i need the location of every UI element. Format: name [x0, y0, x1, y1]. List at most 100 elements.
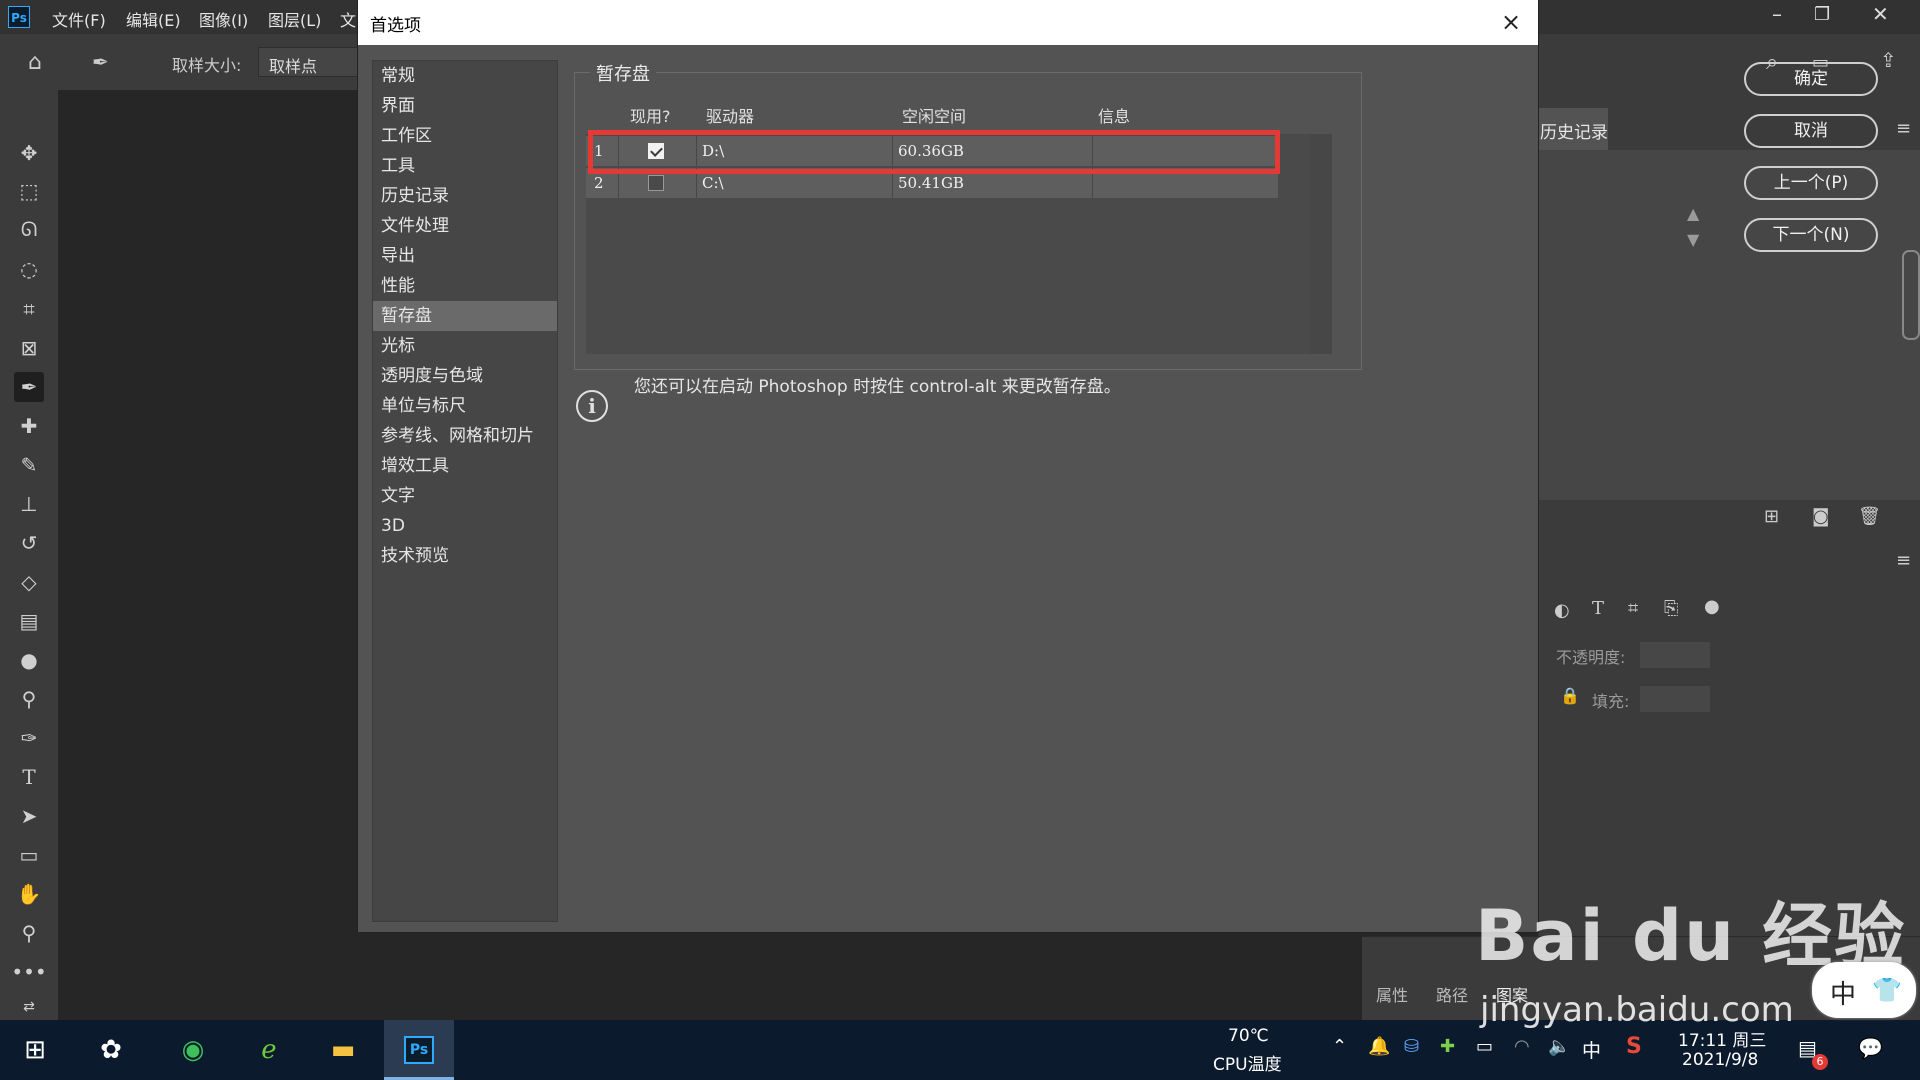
nav-transparency[interactable]: 透明度与色域: [373, 361, 557, 391]
trash-icon[interactable]: 🗑: [1858, 506, 1881, 527]
nav-history[interactable]: 历史记录: [373, 181, 557, 211]
menu-edit[interactable]: 编辑(E): [126, 7, 181, 31]
shirt-icon[interactable]: 👕: [1872, 976, 1902, 1004]
panel-menu-icon[interactable]: ≡: [1896, 118, 1911, 139]
move-tool-icon[interactable]: ✥: [14, 138, 44, 168]
menu-file[interactable]: 文件(F): [52, 7, 106, 31]
nav-export[interactable]: 导出: [373, 241, 557, 271]
fan-app-icon[interactable]: ✿: [86, 1026, 136, 1074]
move-down-icon[interactable]: ▼: [1687, 230, 1699, 249]
nav-workspace[interactable]: 工作区: [373, 121, 557, 151]
cancel-button[interactable]: 取消: [1744, 114, 1878, 148]
nav-tech-preview[interactable]: 技术预览: [373, 541, 557, 571]
lasso-tool-icon[interactable]: ᘏ: [14, 214, 44, 244]
camera-icon[interactable]: ◙: [1812, 506, 1829, 527]
col-free-space: 空闲空间: [902, 107, 967, 126]
browser-icon[interactable]: ℯ: [244, 1026, 294, 1074]
quick-select-icon[interactable]: ◌: [14, 254, 44, 284]
nav-interface[interactable]: 界面: [373, 91, 557, 121]
zoom-tool-icon[interactable]: ⚲: [14, 918, 44, 948]
nav-scratch-disks[interactable]: 暂存盘: [373, 301, 557, 331]
next-button[interactable]: 下一个(N): [1744, 218, 1878, 252]
filter-toggle-icon[interactable]: ●: [1704, 596, 1720, 617]
eyedropper-tool-icon[interactable]: ✒: [14, 372, 44, 402]
history-tab[interactable]: 历史记录: [1538, 118, 1608, 143]
more-tools-icon[interactable]: •••: [11, 957, 46, 987]
network-drive-icon[interactable]: ⛁: [1404, 1036, 1419, 1057]
tab-paths[interactable]: 路径: [1436, 982, 1468, 1006]
type-filter-icon[interactable]: T: [1592, 598, 1604, 619]
nav-type[interactable]: 文字: [373, 481, 557, 511]
file-explorer-icon[interactable]: ▬: [318, 1026, 368, 1074]
tab-properties[interactable]: 属性: [1376, 982, 1408, 1006]
eyedropper-icon[interactable]: ✒: [92, 50, 109, 74]
active-checkbox[interactable]: [648, 175, 664, 191]
security-icon[interactable]: ✚: [1440, 1036, 1455, 1057]
ok-button[interactable]: 确定: [1744, 62, 1878, 96]
pen-tool-icon[interactable]: ✑: [14, 723, 44, 753]
blur-tool-icon[interactable]: ●: [14, 645, 44, 675]
sample-size-select[interactable]: 取样点: [258, 47, 358, 77]
nav-file-handling[interactable]: 文件处理: [373, 211, 557, 241]
path-select-icon[interactable]: ➤: [14, 801, 44, 831]
eraser-tool-icon[interactable]: ◇: [14, 567, 44, 597]
layers-menu-icon[interactable]: ≡: [1896, 550, 1911, 571]
restore-icon[interactable]: ❐: [1814, 4, 1830, 25]
rectangle-tool-icon[interactable]: ▭: [14, 840, 44, 870]
crop-tool-icon[interactable]: ⌗: [14, 294, 44, 324]
dodge-tool-icon[interactable]: ⚲: [14, 684, 44, 714]
menu-layer[interactable]: 图层(L): [268, 7, 321, 31]
cpu-temp: 70℃: [1228, 1026, 1269, 1046]
nav-cursors[interactable]: 光标: [373, 331, 557, 361]
gradient-tool-icon[interactable]: ▤: [14, 606, 44, 636]
opacity-input[interactable]: [1640, 642, 1710, 668]
type-tool-icon[interactable]: T: [14, 762, 44, 792]
wifi-icon[interactable]: ◠: [1514, 1036, 1530, 1057]
minimize-icon[interactable]: –: [1772, 2, 1782, 26]
hand-tool-icon[interactable]: ✋: [14, 879, 44, 909]
shape-filter-icon[interactable]: ⌗: [1628, 598, 1638, 619]
close-app-icon[interactable]: ✕: [1872, 2, 1889, 26]
healing-tool-icon[interactable]: ✚: [14, 411, 44, 441]
dialog-close-icon[interactable]: ×: [1494, 6, 1528, 38]
scroll-indicator[interactable]: [1902, 250, 1920, 340]
nav-performance[interactable]: 性能: [373, 271, 557, 301]
volume-icon[interactable]: 🔈: [1548, 1036, 1570, 1057]
preferences-nav: 常规 界面 工作区 工具 历史记录 文件处理 导出 性能 暂存盘 光标 透明度与…: [372, 60, 558, 922]
share-icon[interactable]: ⇪: [1880, 48, 1897, 72]
bell-icon[interactable]: 🔔: [1368, 1036, 1390, 1057]
nav-plugins[interactable]: 增效工具: [373, 451, 557, 481]
swap-colors-icon[interactable]: ⇄: [14, 992, 44, 1022]
table-scrollbar[interactable]: [1310, 134, 1332, 354]
marquee-tool-icon[interactable]: ⬚: [14, 176, 44, 206]
nav-general[interactable]: 常规: [373, 61, 557, 91]
menu-text[interactable]: 文: [340, 7, 356, 31]
prev-button[interactable]: 上一个(P): [1744, 166, 1878, 200]
nav-units-rulers[interactable]: 单位与标尺: [373, 391, 557, 421]
brush-tool-icon[interactable]: ✎: [14, 450, 44, 480]
history-brush-icon[interactable]: ↺: [14, 528, 44, 558]
action-center-icon[interactable]: 💬: [1858, 1036, 1883, 1060]
fill-input[interactable]: [1640, 686, 1710, 712]
smart-filter-icon[interactable]: ⎘: [1664, 598, 1678, 619]
adjust-filter-icon[interactable]: ◐: [1554, 600, 1570, 621]
cpu-temp-label: CPU温度: [1213, 1055, 1282, 1075]
fill-label: 填充:: [1592, 692, 1630, 711]
nav-3d[interactable]: 3D: [373, 511, 557, 541]
move-up-icon[interactable]: ▲: [1687, 204, 1699, 223]
sogou-icon[interactable]: S: [1626, 1034, 1642, 1059]
nav-guides-grid[interactable]: 参考线、网格和切片: [373, 421, 557, 451]
home-icon[interactable]: ⌂: [28, 50, 42, 75]
nav-tools[interactable]: 工具: [373, 151, 557, 181]
battery-icon[interactable]: ▭: [1476, 1036, 1493, 1057]
new-snapshot-icon[interactable]: ⊞: [1764, 506, 1779, 527]
windows-start-icon[interactable]: ⊞: [10, 1026, 60, 1074]
frame-tool-icon[interactable]: ⊠: [14, 333, 44, 363]
tray-up-icon[interactable]: ⌃: [1332, 1036, 1347, 1057]
menu-image[interactable]: 图像(I): [199, 7, 248, 31]
lock-icon[interactable]: 🔒: [1560, 686, 1580, 705]
stamp-tool-icon[interactable]: ⊥: [14, 489, 44, 519]
ime-indicator[interactable]: 中: [1582, 1036, 1601, 1063]
photoshop-taskbar-icon[interactable]: Ps: [404, 1036, 434, 1064]
chrome-icon[interactable]: ◉: [168, 1026, 218, 1074]
